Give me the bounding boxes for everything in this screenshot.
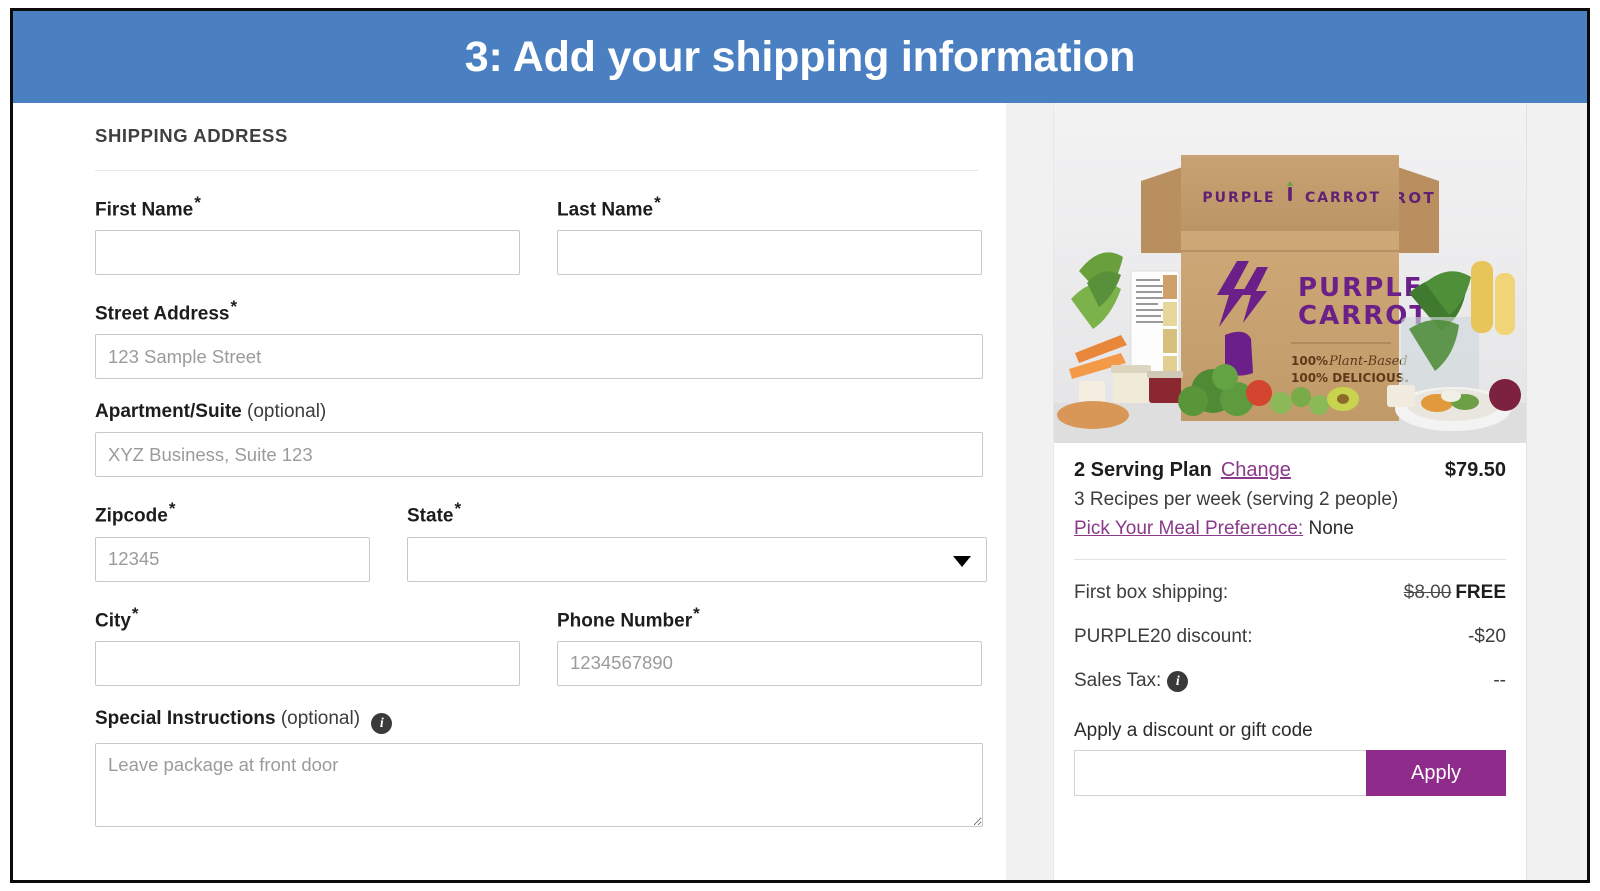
price-row-sales-tax: Sales Tax: i -- (1074, 670, 1506, 692)
required-marker: * (454, 499, 462, 519)
street-address-input[interactable] (95, 334, 983, 380)
state-label: State* (407, 499, 987, 527)
section-heading: SHIPPING ADDRESS (95, 125, 288, 146)
required-marker: * (693, 603, 700, 623)
special-instructions-textarea[interactable] (95, 742, 983, 827)
phone-input[interactable] (557, 640, 982, 686)
city-input[interactable] (95, 640, 520, 686)
last-name-field: Last Name* (557, 193, 982, 276)
first-name-label: First Name* (95, 193, 520, 221)
plan-price: $79.50 (1444, 459, 1506, 481)
shipping-free-badge: FREE (1455, 582, 1506, 603)
city-field: City* (95, 603, 520, 686)
apartment-optional-text: (optional) (247, 401, 327, 423)
special-instructions-field: Special Instructions (optional) i (95, 707, 983, 827)
first-name-input[interactable] (95, 230, 520, 276)
apartment-label-text: Apartment/Suite (95, 401, 242, 423)
discount-label: PURPLE20 discount: (1074, 626, 1253, 647)
phone-label: Phone Number* (557, 603, 982, 632)
required-marker: * (230, 297, 238, 317)
meal-preference-link[interactable]: Pick Your Meal Preference: (1074, 518, 1303, 539)
price-row-shipping: First box shipping: $8.00 FREE (1074, 582, 1506, 604)
special-instructions-optional-text: (optional) (280, 707, 361, 729)
promo-label: Apply a discount or gift code (1074, 720, 1313, 741)
city-phone-row: City* Phone Number* (95, 582, 982, 686)
last-name-label-text: Last Name (557, 199, 654, 221)
state-field: State* (407, 499, 987, 582)
screenshot-frame: 3: Add your shipping information SHIPPIN… (10, 8, 1590, 883)
promo-row: Apply (1074, 750, 1506, 796)
zipcode-label-text: Zipcode (95, 505, 168, 527)
required-marker: * (168, 499, 176, 519)
state-label-text: State (407, 505, 454, 527)
zipcode-input[interactable] (95, 536, 370, 582)
summary-body: 2 Serving Plan Change $79.50 3 Recipes p… (1054, 443, 1526, 796)
apply-button[interactable]: Apply (1366, 750, 1506, 796)
street-address-field: Street Address* (95, 297, 983, 380)
apartment-input[interactable] (95, 432, 983, 478)
discount-value: -$20 (1467, 626, 1506, 647)
street-address-label: Street Address* (95, 297, 983, 325)
first-name-label-text: First Name (95, 199, 194, 221)
shipping-form-panel: SHIPPING ADDRESS First Name* Last Name* (13, 103, 1006, 880)
info-icon[interactable]: i (1167, 670, 1189, 692)
page-body: SHIPPING ADDRESS First Name* Last Name* (13, 103, 1587, 880)
svg-text:Plant-Based: Plant-Based (1328, 354, 1408, 369)
state-select-wrapper[interactable] (407, 536, 987, 582)
plan-name: 2 Serving Plan (1074, 459, 1212, 481)
zip-state-row: Zipcode* State* (95, 477, 987, 582)
svg-text:CARROT: CARROT (1305, 190, 1381, 206)
info-icon[interactable]: i (371, 712, 393, 734)
meal-preference-row: Pick Your Meal Preference: None (1074, 518, 1506, 540)
svg-text:PURPLE: PURPLE (1298, 273, 1424, 303)
last-name-label: Last Name* (557, 193, 982, 221)
order-summary-card: PURPLE CARROT PURPLE CARROT 100% Plant-B… (1053, 103, 1527, 880)
shipping-label: First box shipping: (1074, 582, 1229, 603)
panel-gutter (1006, 103, 1053, 880)
phone-field: Phone Number* (557, 603, 982, 686)
state-select[interactable] (407, 536, 987, 582)
page-title: 3: Add your shipping information (464, 32, 1136, 81)
svg-text:100%: 100% (1291, 354, 1328, 368)
shipping-value: $8.00 FREE (1404, 582, 1506, 604)
summary-divider (1074, 559, 1506, 560)
apartment-field: Apartment/Suite (optional) (95, 401, 983, 478)
shipping-original-price: $8.00 (1403, 582, 1452, 603)
apartment-label: Apartment/Suite (optional) (95, 401, 983, 423)
promo-code-input[interactable] (1074, 750, 1366, 796)
city-label-text: City (95, 609, 131, 631)
price-row-discount: PURPLE20 discount: -$20 (1074, 626, 1506, 648)
svg-text:100% DELICIOUS.: 100% DELICIOUS. (1291, 371, 1409, 385)
city-label: City* (95, 603, 520, 632)
product-photo: PURPLE CARROT PURPLE CARROT 100% Plant-B… (1054, 103, 1526, 443)
first-name-field: First Name* (95, 193, 520, 276)
sales-tax-value: -- (1493, 670, 1506, 691)
required-marker: * (654, 193, 661, 212)
meal-preference-value: None (1308, 518, 1354, 539)
svg-text:PURPLE: PURPLE (1202, 190, 1275, 206)
last-name-input[interactable] (557, 230, 982, 276)
street-address-label-text: Street Address (95, 303, 230, 325)
sales-tax-label: Sales Tax: (1074, 670, 1162, 691)
product-photo-illustration: PURPLE CARROT PURPLE CARROT 100% Plant-B… (1054, 103, 1526, 443)
phone-label-text: Phone Number (557, 609, 693, 631)
plan-row: 2 Serving Plan Change $79.50 (1074, 443, 1506, 482)
plan-subtitle: 3 Recipes per week (serving 2 people) (1074, 489, 1399, 510)
required-marker: * (131, 603, 139, 623)
special-instructions-label-text: Special Instructions (95, 707, 276, 729)
change-plan-link[interactable]: Change (1221, 459, 1291, 482)
page-banner: 3: Add your shipping information (13, 11, 1587, 103)
special-instructions-label: Special Instructions (optional) i (95, 707, 983, 734)
required-marker: * (194, 193, 201, 212)
zipcode-field: Zipcode* (95, 499, 370, 582)
zipcode-label: Zipcode* (95, 499, 370, 527)
name-row: First Name* Last Name* (95, 171, 982, 276)
